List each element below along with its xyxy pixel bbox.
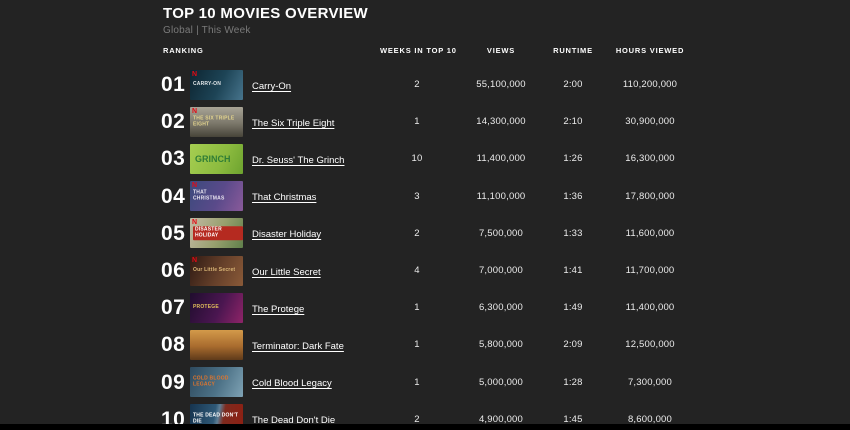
movie-thumbnail[interactable]: N THAT CHRISTMAS [190, 181, 243, 211]
rank-number: 02 [160, 111, 190, 132]
thumbnail-title-text: CARRY-ON [193, 82, 221, 88]
column-header-runtime: RUNTIME [548, 46, 598, 55]
runtime-value: 2:10 [548, 116, 598, 127]
rank-number: 09 [160, 372, 190, 393]
table-row: 03 GRINCH Dr. Seuss' The Grinch 10 11,40… [160, 140, 702, 177]
movie-title-link[interactable]: The Protege [252, 304, 304, 315]
weeks-in-top10-value: 1 [380, 377, 454, 388]
hours-viewed-value: 16,300,000 [598, 153, 702, 164]
table-row: 05 N DISASTER HOLIDAY Disaster Holiday 2… [160, 215, 702, 252]
runtime-value: 1:36 [548, 191, 598, 202]
views-value: 5,000,000 [454, 377, 548, 388]
thumbnail-title-text: Our Little Secret [193, 268, 235, 274]
hours-viewed-value: 110,200,000 [598, 79, 702, 90]
thumbnail-title-text: THE SIX TRIPLE EIGHT [193, 116, 239, 128]
table-body: 01 N CARRY-ON Carry-On 2 55,100,000 2:00… [160, 66, 702, 430]
rank-number: 03 [160, 148, 190, 169]
hours-viewed-value: 11,600,000 [598, 228, 702, 239]
table-row: 07 PROTEGE The Protege 1 6,300,000 1:49 … [160, 289, 702, 326]
movie-title-link[interactable]: Carry-On [252, 81, 291, 92]
rank-number: 05 [160, 223, 190, 244]
rank-number: 01 [160, 74, 190, 95]
runtime-value: 1:26 [548, 153, 598, 164]
column-header-hours-viewed: HOURS VIEWED [598, 46, 702, 55]
thumbnail-title-text: DISASTER HOLIDAY [193, 227, 243, 241]
netflix-n-icon: N [192, 219, 197, 226]
runtime-value: 1:41 [548, 265, 598, 276]
hours-viewed-value: 7,300,000 [598, 377, 702, 388]
hours-viewed-value: 12,500,000 [598, 339, 702, 350]
movie-thumbnail[interactable]: COLD BLOOD LEGACY [190, 367, 243, 397]
movie-title-link[interactable]: Disaster Holiday [252, 229, 321, 240]
weeks-in-top10-value: 1 [380, 302, 454, 313]
runtime-value: 1:49 [548, 302, 598, 313]
views-value: 14,300,000 [454, 116, 548, 127]
movie-title-link[interactable]: Terminator: Dark Fate [252, 341, 344, 352]
movie-thumbnail[interactable]: GRINCH [190, 144, 243, 174]
weeks-in-top10-value: 4 [380, 265, 454, 276]
table-row: 08 Terminator: Dark Fate 1 5,800,000 2:0… [160, 326, 702, 363]
movie-thumbnail[interactable]: N DISASTER HOLIDAY [190, 218, 243, 248]
rank-number: 08 [160, 334, 190, 355]
page-subtitle: Global | This Week [163, 25, 251, 36]
movie-thumbnail[interactable]: PROTEGE [190, 293, 243, 323]
table-row: 06 N Our Little Secret Our Little Secret… [160, 252, 702, 289]
views-value: 55,100,000 [454, 79, 548, 90]
movie-title-link[interactable]: Cold Blood Legacy [252, 378, 332, 389]
views-value: 11,400,000 [454, 153, 548, 164]
views-value: 11,100,000 [454, 191, 548, 202]
table-row: 01 N CARRY-ON Carry-On 2 55,100,000 2:00… [160, 66, 702, 103]
hours-viewed-value: 11,700,000 [598, 265, 702, 276]
runtime-value: 1:28 [548, 377, 598, 388]
hours-viewed-value: 30,900,000 [598, 116, 702, 127]
movie-thumbnail[interactable]: N THE SIX TRIPLE EIGHT [190, 107, 243, 137]
bottom-letterbox-bar [0, 424, 850, 430]
thumbnail-title-text: PROTEGE [193, 305, 219, 311]
movie-thumbnail[interactable]: N CARRY-ON [190, 70, 243, 100]
page-title: TOP 10 MOVIES OVERVIEW [163, 5, 368, 22]
top10-movies-table: RANKING WEEKS IN TOP 10 VIEWS RUNTIME HO… [160, 44, 702, 430]
column-header-views: VIEWS [454, 46, 548, 55]
table-header-row: RANKING WEEKS IN TOP 10 VIEWS RUNTIME HO… [160, 44, 702, 56]
netflix-n-icon: N [192, 108, 197, 115]
weeks-in-top10-value: 2 [380, 79, 454, 90]
weeks-in-top10-value: 3 [380, 191, 454, 202]
runtime-value: 2:09 [548, 339, 598, 350]
movie-thumbnail[interactable] [190, 330, 243, 360]
column-header-weeks-in-top10: WEEKS IN TOP 10 [380, 46, 454, 55]
movie-title-link[interactable]: Dr. Seuss' The Grinch [252, 155, 344, 166]
hours-viewed-value: 11,400,000 [598, 302, 702, 313]
weeks-in-top10-value: 2 [380, 228, 454, 239]
column-header-ranking: RANKING [160, 46, 380, 55]
weeks-in-top10-value: 10 [380, 153, 454, 164]
movie-title-link[interactable]: The Six Triple Eight [252, 118, 334, 129]
movie-thumbnail[interactable]: N Our Little Secret [190, 256, 243, 286]
netflix-n-icon: N [192, 71, 197, 78]
runtime-value: 1:33 [548, 228, 598, 239]
table-row: 09 COLD BLOOD LEGACY Cold Blood Legacy 1… [160, 364, 702, 401]
thumbnail-title-text: THAT CHRISTMAS [193, 190, 239, 202]
views-value: 7,000,000 [454, 265, 548, 276]
table-row: 02 N THE SIX TRIPLE EIGHT The Six Triple… [160, 103, 702, 140]
table-row: 04 N THAT CHRISTMAS That Christmas 3 11,… [160, 178, 702, 215]
netflix-n-icon: N [192, 257, 197, 264]
movie-title-link[interactable]: That Christmas [252, 192, 316, 203]
views-value: 7,500,000 [454, 228, 548, 239]
rank-number: 07 [160, 297, 190, 318]
views-value: 6,300,000 [454, 302, 548, 313]
rank-number: 04 [160, 186, 190, 207]
thumbnail-title-text: GRINCH [195, 154, 231, 164]
thumbnail-title-text: COLD BLOOD LEGACY [193, 376, 239, 388]
movie-title-link[interactable]: Our Little Secret [252, 267, 321, 278]
netflix-n-icon: N [192, 182, 197, 189]
weeks-in-top10-value: 1 [380, 116, 454, 127]
hours-viewed-value: 17,800,000 [598, 191, 702, 202]
runtime-value: 2:00 [548, 79, 598, 90]
weeks-in-top10-value: 1 [380, 339, 454, 350]
views-value: 5,800,000 [454, 339, 548, 350]
rank-number: 06 [160, 260, 190, 281]
